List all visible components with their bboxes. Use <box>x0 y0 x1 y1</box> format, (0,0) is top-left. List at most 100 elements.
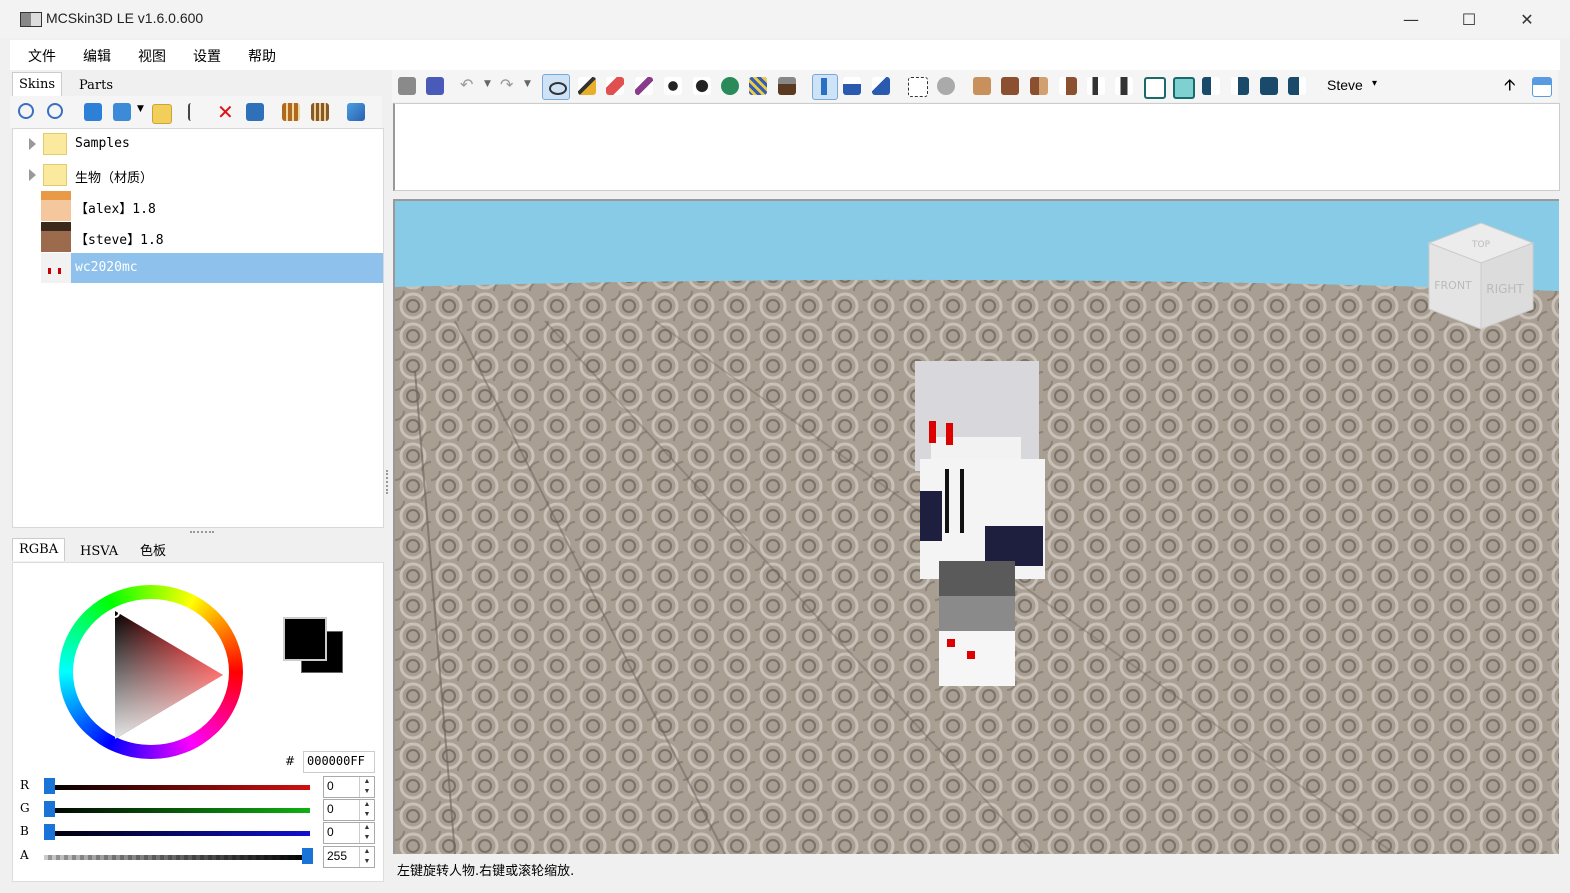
up-arrow-icon[interactable]: 🡩 <box>1504 74 1516 101</box>
tab-rgba[interactable]: RGBA <box>12 538 66 561</box>
popout-icon[interactable] <box>1532 77 1552 97</box>
blue-value-input[interactable]: 0 ▲ ▼ <box>323 822 375 844</box>
red-slider-track[interactable] <box>44 785 310 790</box>
left-leg-part-icon[interactable] <box>1115 77 1133 95</box>
overlay-part-icon[interactable] <box>1173 77 1195 99</box>
redo-icon[interactable]: ↷ <box>500 75 513 94</box>
tree-item-alex[interactable]: 【alex】1.8 <box>13 191 383 221</box>
saturation-triangle[interactable] <box>103 603 243 743</box>
right-arm-part-icon[interactable] <box>1087 77 1105 95</box>
minimize-button[interactable]: — <box>1382 0 1440 38</box>
texture-canvas[interactable] <box>393 103 1560 191</box>
save-all-icon[interactable] <box>426 77 444 95</box>
helmet-part-icon[interactable] <box>1001 77 1019 95</box>
perspective-view-button[interactable] <box>812 74 838 100</box>
viewport-scene: TOP FRONT RIGHT <box>395 201 1559 854</box>
color-tabs: RGBA HSVA 色板 <box>12 538 382 564</box>
tree-item-wc2020mc[interactable]: wc2020mc <box>13 253 383 283</box>
folder-icon <box>43 133 67 155</box>
eye-icon <box>549 82 567 95</box>
new-skin-icon[interactable] <box>113 103 131 121</box>
camera-tool-button[interactable] <box>542 74 570 100</box>
import-skin-icon[interactable] <box>84 103 102 121</box>
toggle-arm-overlay-icon[interactable] <box>1231 77 1249 95</box>
body-part-icon[interactable] <box>1030 77 1048 95</box>
tab-skins[interactable]: Skins <box>12 72 62 97</box>
menu-settings[interactable]: 设置 <box>193 46 221 66</box>
texture-view-icon[interactable] <box>843 77 861 95</box>
tree-item-label: Samples <box>75 136 130 151</box>
dropper-icon[interactable] <box>635 77 653 95</box>
splitter-grip[interactable] <box>190 531 214 535</box>
tree-item-steve[interactable]: 【steve】1.8 <box>13 222 383 252</box>
tree-item-creatures[interactable]: 生物（材质） <box>13 160 383 190</box>
alpha-value-input[interactable]: 255 ▲ ▼ <box>323 846 375 868</box>
red-value-input[interactable]: 0 ▲ ▼ <box>323 776 375 798</box>
clone-skin-icon[interactable] <box>246 103 264 121</box>
toggle-leg-overlay-icon[interactable] <box>1260 77 1278 95</box>
tab-parts[interactable]: Parts <box>73 74 119 98</box>
maximize-button[interactable]: ☐ <box>1440 0 1498 38</box>
green-value-input[interactable]: 0 ▲ ▼ <box>323 799 375 821</box>
stamp-icon[interactable] <box>778 77 796 95</box>
view-cube[interactable]: TOP FRONT RIGHT <box>1427 222 1535 330</box>
head-part-icon[interactable] <box>973 77 991 95</box>
redo-dropdown-icon[interactable]: ▼ <box>524 79 531 89</box>
green-slider-thumb[interactable] <box>44 801 55 817</box>
expand-arrow-icon[interactable] <box>29 169 36 181</box>
toggle-all-overlay-icon[interactable] <box>1288 77 1306 95</box>
dodge-burn-icon[interactable] <box>664 77 682 95</box>
red-slider-thumb[interactable] <box>44 778 55 794</box>
upload-icon[interactable] <box>347 103 365 121</box>
primary-color-swatch[interactable] <box>283 617 327 661</box>
hex-value: 000000FF <box>307 754 365 768</box>
eraser-icon[interactable] <box>606 77 624 95</box>
undo-icon[interactable]: ↶ <box>460 75 473 94</box>
fill-icon[interactable] <box>749 77 767 95</box>
pencil-icon[interactable] <box>578 77 596 95</box>
darken-icon[interactable] <box>693 77 711 95</box>
channel-label-b: B <box>20 824 29 838</box>
model-select[interactable]: Steve <box>1327 77 1363 93</box>
zoom-in-icon[interactable] <box>47 103 63 119</box>
background-icon[interactable] <box>937 77 955 95</box>
viewcube-front-label: FRONT <box>1434 279 1472 292</box>
menu-view[interactable]: 视图 <box>138 46 166 66</box>
zoom-out-icon[interactable] <box>18 103 34 119</box>
right-leg-part-icon[interactable] <box>1144 77 1166 99</box>
menu-edit[interactable]: 编辑 <box>83 46 111 66</box>
blue-slider-thumb[interactable] <box>44 824 55 840</box>
hex-input[interactable]: 000000FF <box>303 751 375 773</box>
expand-arrow-icon[interactable] <box>29 138 36 150</box>
alpha-slider-track[interactable] <box>44 855 310 860</box>
3d-viewport[interactable]: TOP FRONT RIGHT <box>393 199 1559 854</box>
screenshot-icon[interactable] <box>908 77 928 97</box>
channel-label-a: A <box>20 848 29 862</box>
tab-palette[interactable]: 色板 <box>134 540 172 564</box>
blue-slider-track[interactable] <box>44 831 310 836</box>
tree-item-label: 【alex】1.8 <box>75 202 156 217</box>
alpha-slider-thumb[interactable] <box>302 848 313 864</box>
undo-dropdown-icon[interactable]: ▼ <box>484 79 491 89</box>
grid-icon[interactable] <box>282 103 300 121</box>
hybrid-view-icon[interactable] <box>872 77 890 95</box>
vertical-splitter-grip[interactable] <box>386 470 392 494</box>
delete-icon[interactable]: ✕ <box>217 102 235 122</box>
left-arm-part-icon[interactable] <box>1059 77 1077 95</box>
grid-small-icon[interactable] <box>311 103 329 121</box>
hex-prefix: # <box>285 754 296 768</box>
toggle-overlay-icon[interactable] <box>1202 77 1220 95</box>
save-icon[interactable] <box>398 77 416 95</box>
noise-icon[interactable] <box>721 77 739 95</box>
green-slider-track[interactable] <box>44 808 310 813</box>
status-text: 左键旋转人物.右键或滚轮缩放. <box>397 864 575 879</box>
menu-help[interactable]: 帮助 <box>248 46 276 66</box>
rename-icon[interactable] <box>188 103 208 121</box>
tree-item-samples[interactable]: Samples <box>13 129 383 159</box>
new-folder-icon[interactable] <box>152 104 172 124</box>
tab-hsva[interactable]: HSVA <box>74 540 124 564</box>
new-skin-dropdown-icon[interactable]: ▼ <box>137 104 144 114</box>
close-button[interactable]: ✕ <box>1498 0 1556 38</box>
model-dropdown-icon[interactable]: ▾ <box>1372 78 1377 89</box>
menu-file[interactable]: 文件 <box>28 46 56 66</box>
